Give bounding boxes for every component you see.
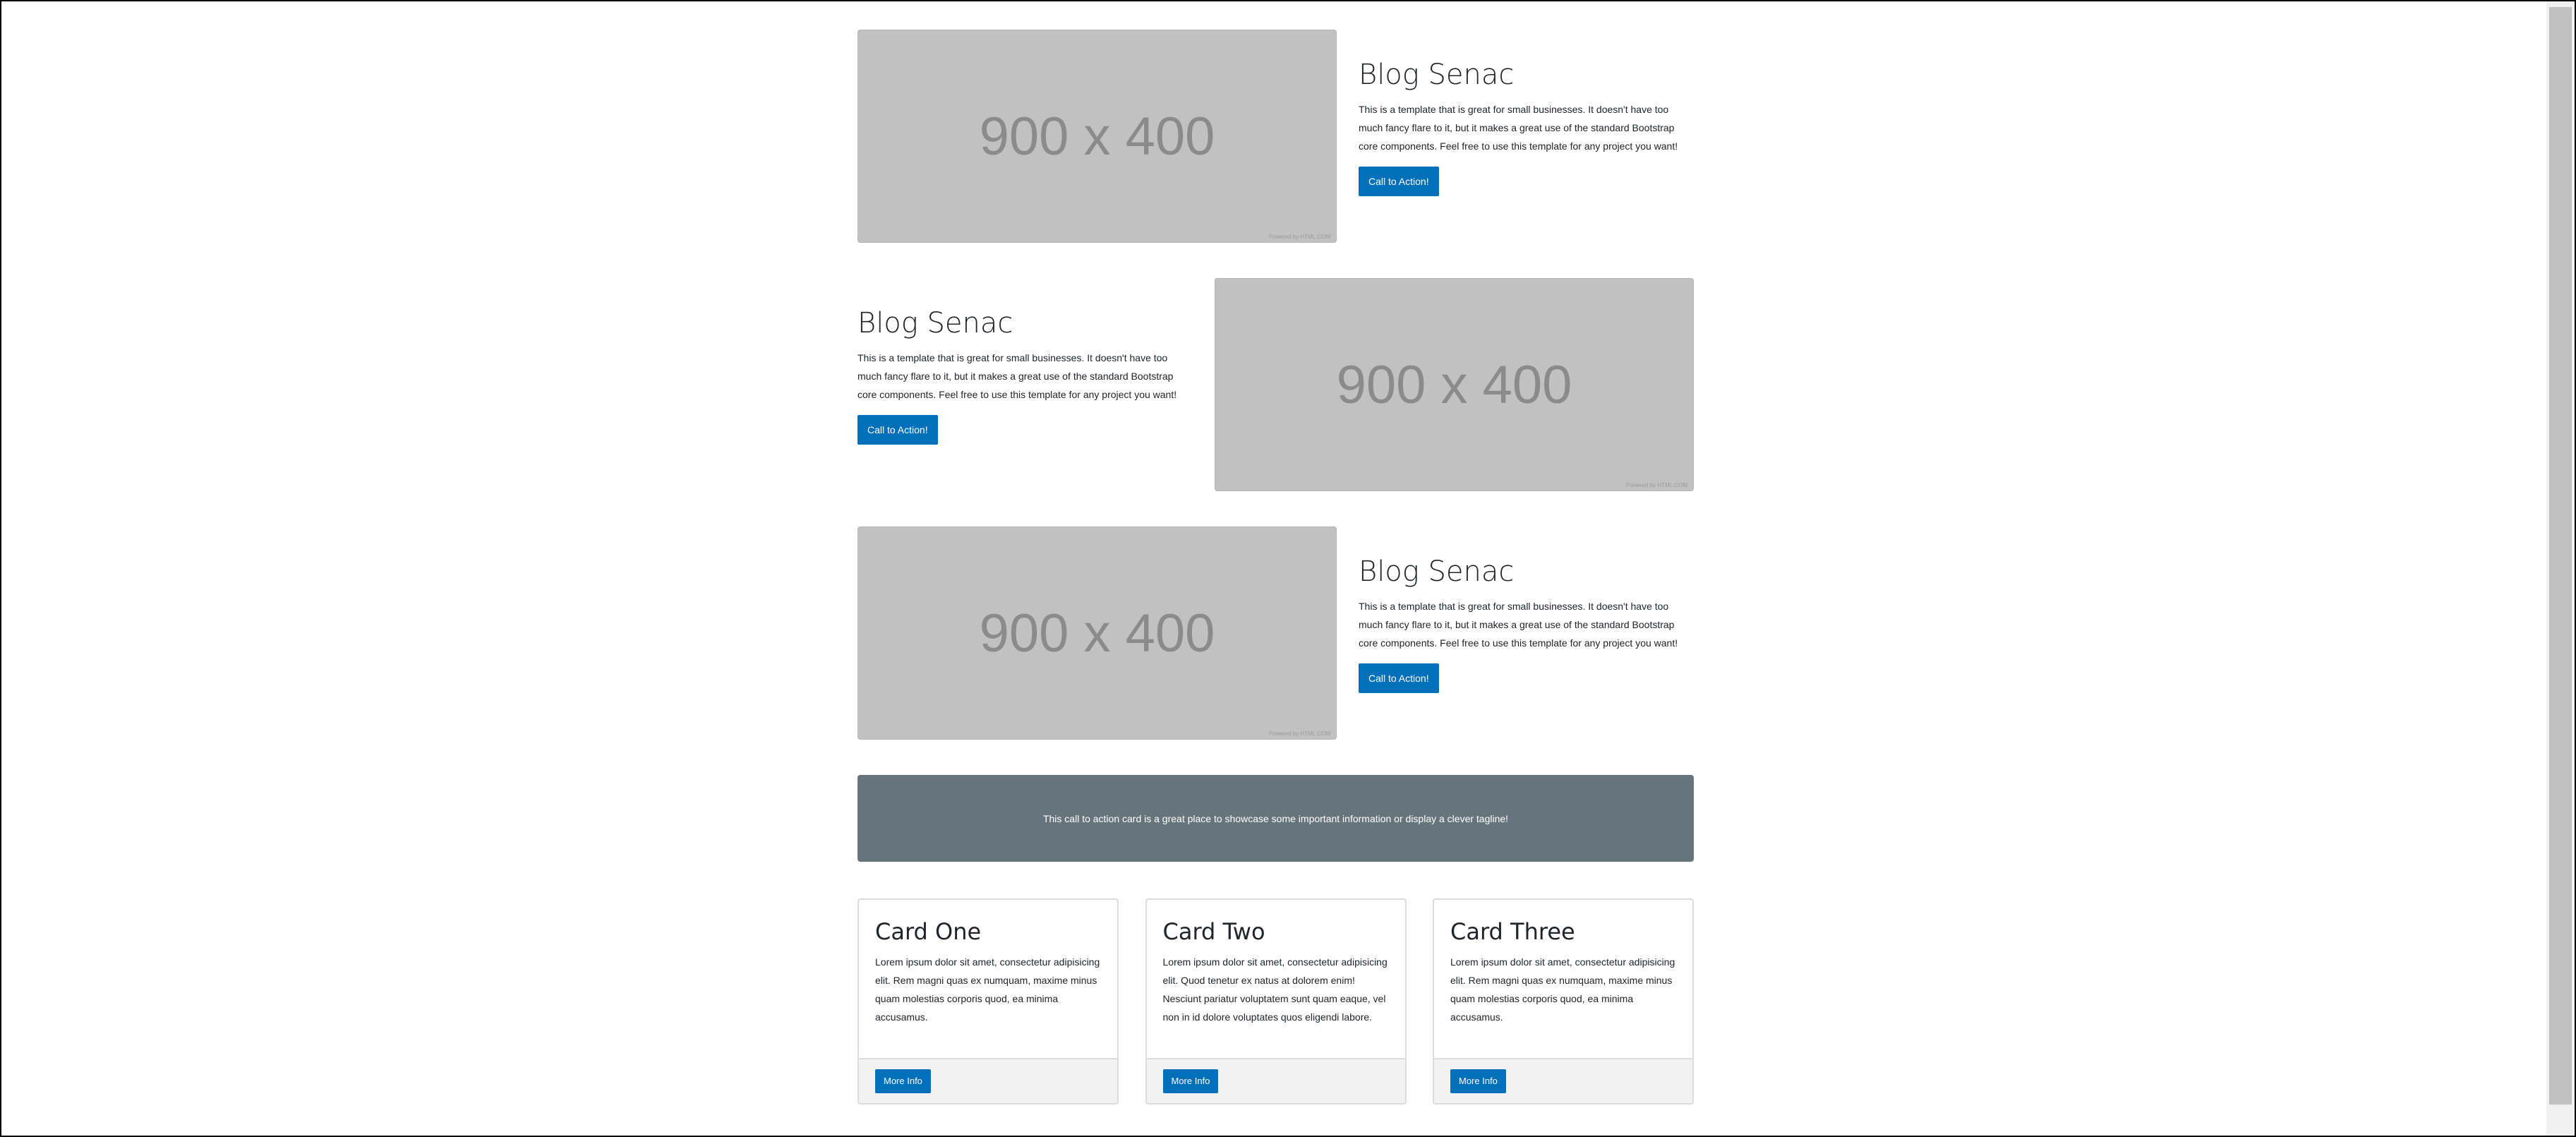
feature-description: This is a template that is great for sma…	[1359, 104, 1678, 152]
feature-section-2: Blog Senac This is a template that is gr…	[857, 278, 1694, 491]
image-credit: Powered by HTML.COM	[1268, 234, 1330, 240]
card-body: Card Three Lorem ipsum dolor sit amet, c…	[1434, 900, 1692, 1058]
feature-title: Blog Senac	[857, 307, 1013, 339]
image-size-label: 900 x 400	[1336, 354, 1572, 415]
call-to-action-card: This call to action card is a great plac…	[857, 775, 1694, 862]
feature-title: Blog Senac	[1359, 555, 1515, 588]
feature-section-1: 900 x 400 Powered by HTML.COM Blog Senac…	[857, 30, 1694, 243]
cta-tagline: This call to action card is a great plac…	[1042, 812, 1509, 824]
card-footer: More Info	[859, 1058, 1117, 1103]
feature-image-1: 900 x 400 Powered by HTML.COM	[857, 30, 1337, 243]
feature-title: Blog Senac	[1359, 59, 1515, 91]
browser-window: 900 x 400 Powered by HTML.COM Blog Senac…	[0, 0, 2576, 1137]
more-info-button[interactable]: More Info	[1450, 1069, 1506, 1093]
image-size-label: 900 x 400	[979, 603, 1215, 663]
card-text: Lorem ipsum dolor sit amet, consectetur …	[1450, 956, 1675, 1023]
card-body: Card Two Lorem ipsum dolor sit amet, con…	[1147, 900, 1405, 1058]
card-title: Card Three	[1450, 918, 1575, 945]
card-title: Card Two	[1162, 918, 1265, 945]
call-to-action-button[interactable]: Call to Action!	[1359, 167, 1439, 196]
card-row: Card One Lorem ipsum dolor sit amet, con…	[857, 898, 1694, 1105]
card-two: Card Two Lorem ipsum dolor sit amet, con…	[1145, 898, 1407, 1105]
scrollbar-thumb[interactable]	[2549, 7, 2572, 1105]
card-body: Card One Lorem ipsum dolor sit amet, con…	[859, 900, 1117, 1058]
feature-text-2: Blog Senac This is a template that is gr…	[857, 306, 1189, 445]
more-info-button[interactable]: More Info	[1162, 1069, 1219, 1093]
card-title: Card One	[875, 918, 982, 945]
call-to-action-button[interactable]: Call to Action!	[1359, 663, 1439, 693]
feature-description: This is a template that is great for sma…	[857, 352, 1177, 400]
card-footer: More Info	[1434, 1058, 1692, 1103]
feature-section-3: 900 x 400 Powered by HTML.COM Blog Senac…	[857, 527, 1694, 740]
card-text: Lorem ipsum dolor sit amet, consectetur …	[1162, 956, 1388, 1023]
vertical-scrollbar[interactable]	[2546, 1, 2575, 1136]
feature-image-2: 900 x 400 Powered by HTML.COM	[1215, 278, 1694, 491]
feature-description: This is a template that is great for sma…	[1359, 601, 1678, 649]
call-to-action-button[interactable]: Call to Action!	[857, 415, 938, 445]
feature-text-1: Blog Senac This is a template that is gr…	[1359, 58, 1690, 196]
card-footer: More Info	[1146, 1058, 1405, 1103]
feature-image-3: 900 x 400 Powered by HTML.COM	[857, 527, 1337, 740]
image-size-label: 900 x 400	[979, 106, 1215, 167]
more-info-button[interactable]: More Info	[875, 1069, 931, 1093]
feature-text-3: Blog Senac This is a template that is gr…	[1359, 555, 1690, 693]
card-three: Card Three Lorem ipsum dolor sit amet, c…	[1433, 898, 1694, 1105]
card-text: Lorem ipsum dolor sit amet, consectetur …	[875, 956, 1100, 1023]
image-credit: Powered by HTML.COM	[1268, 730, 1330, 737]
card-one: Card One Lorem ipsum dolor sit amet, con…	[857, 898, 1119, 1105]
page-content: 900 x 400 Powered by HTML.COM Blog Senac…	[857, 30, 1694, 1105]
image-credit: Powered by HTML.COM	[1625, 482, 1687, 488]
